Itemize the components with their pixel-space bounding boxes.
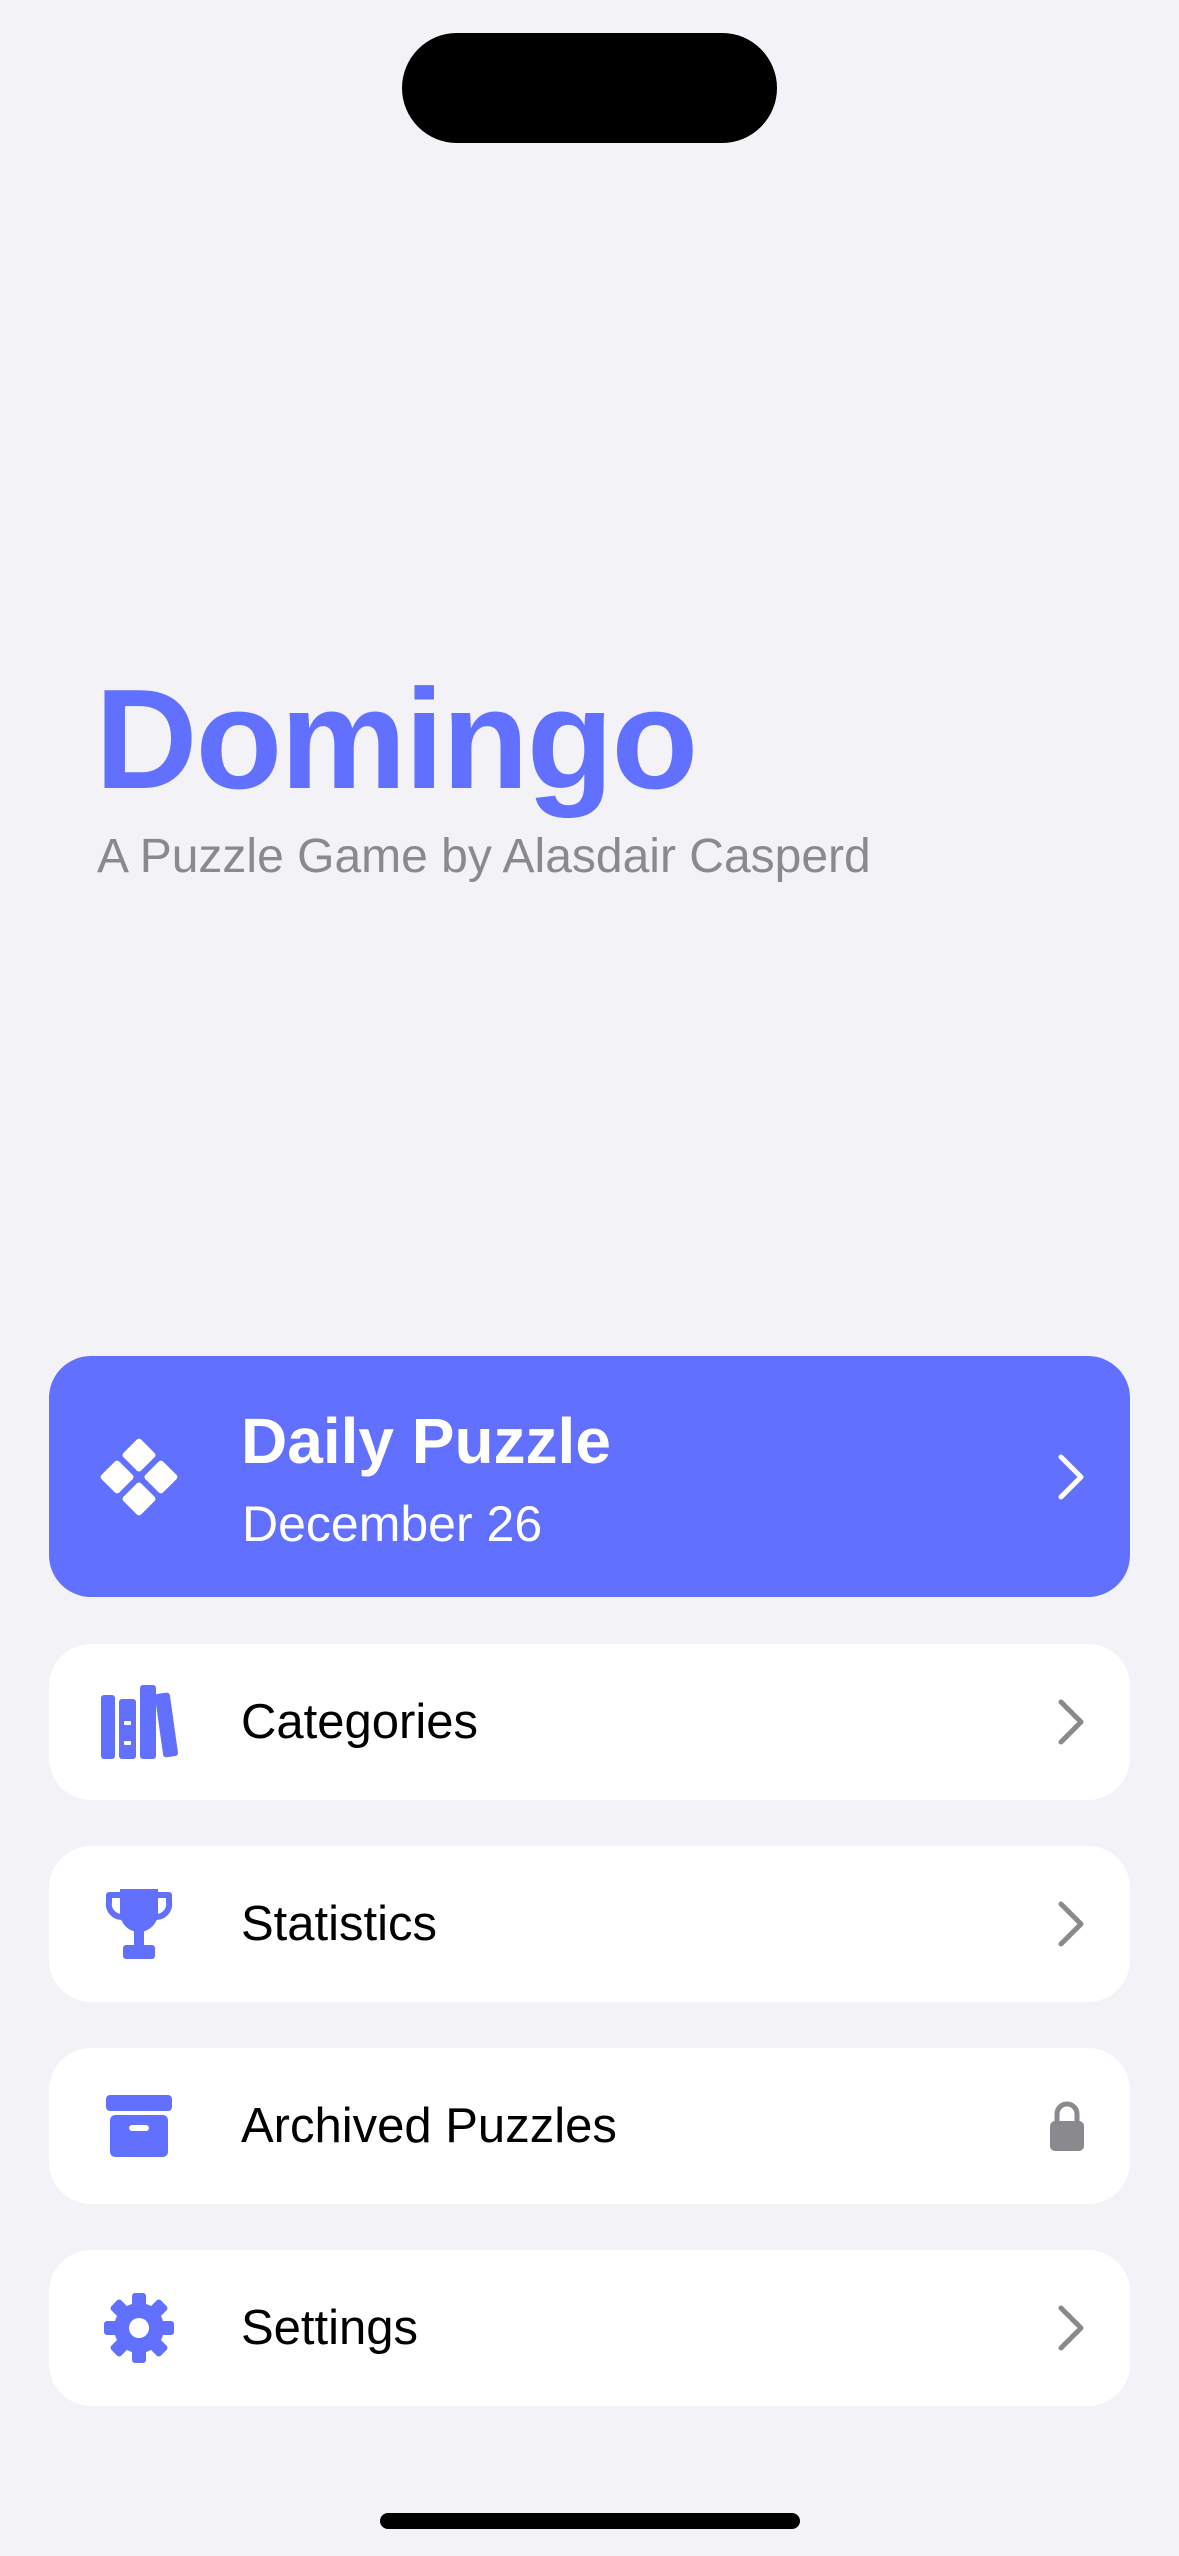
chevron-right-icon	[1056, 2304, 1086, 2352]
menu-item-archived-puzzles[interactable]: Archived Puzzles	[49, 2048, 1130, 2204]
menu-item-settings[interactable]: Settings	[49, 2250, 1130, 2406]
chevron-right-icon	[1056, 1698, 1086, 1746]
trophy-icon	[91, 1876, 187, 1972]
chevron-right-icon	[1056, 1900, 1086, 1948]
menu-item-label: Categories	[241, 1695, 478, 1749]
menu-item-categories[interactable]: Categories	[49, 1644, 1130, 1800]
home-indicator[interactable]	[380, 2513, 800, 2529]
daily-puzzle-title: Daily Puzzle	[241, 1405, 611, 1477]
chevron-right-icon	[1056, 1453, 1086, 1501]
menu-item-label: Statistics	[241, 1897, 438, 1951]
menu-item-label: Settings	[241, 2301, 419, 2355]
daily-puzzle-date: December 26	[242, 1496, 543, 1552]
menu-item-statistics[interactable]: Statistics	[49, 1846, 1130, 2002]
app-subtitle: A Puzzle Game by Alasdair Casperd	[97, 830, 871, 883]
lock-icon	[1048, 2100, 1086, 2152]
app-title: Domingo	[95, 660, 698, 819]
dynamic-island	[402, 33, 777, 143]
domino-diamond-icon	[91, 1429, 187, 1525]
archive-box-icon	[91, 2078, 187, 2174]
books-icon	[91, 1674, 187, 1770]
daily-puzzle-button[interactable]: Daily Puzzle December 26	[49, 1356, 1130, 1597]
menu-item-label: Archived Puzzles	[241, 2099, 617, 2153]
gear-icon	[91, 2280, 187, 2376]
